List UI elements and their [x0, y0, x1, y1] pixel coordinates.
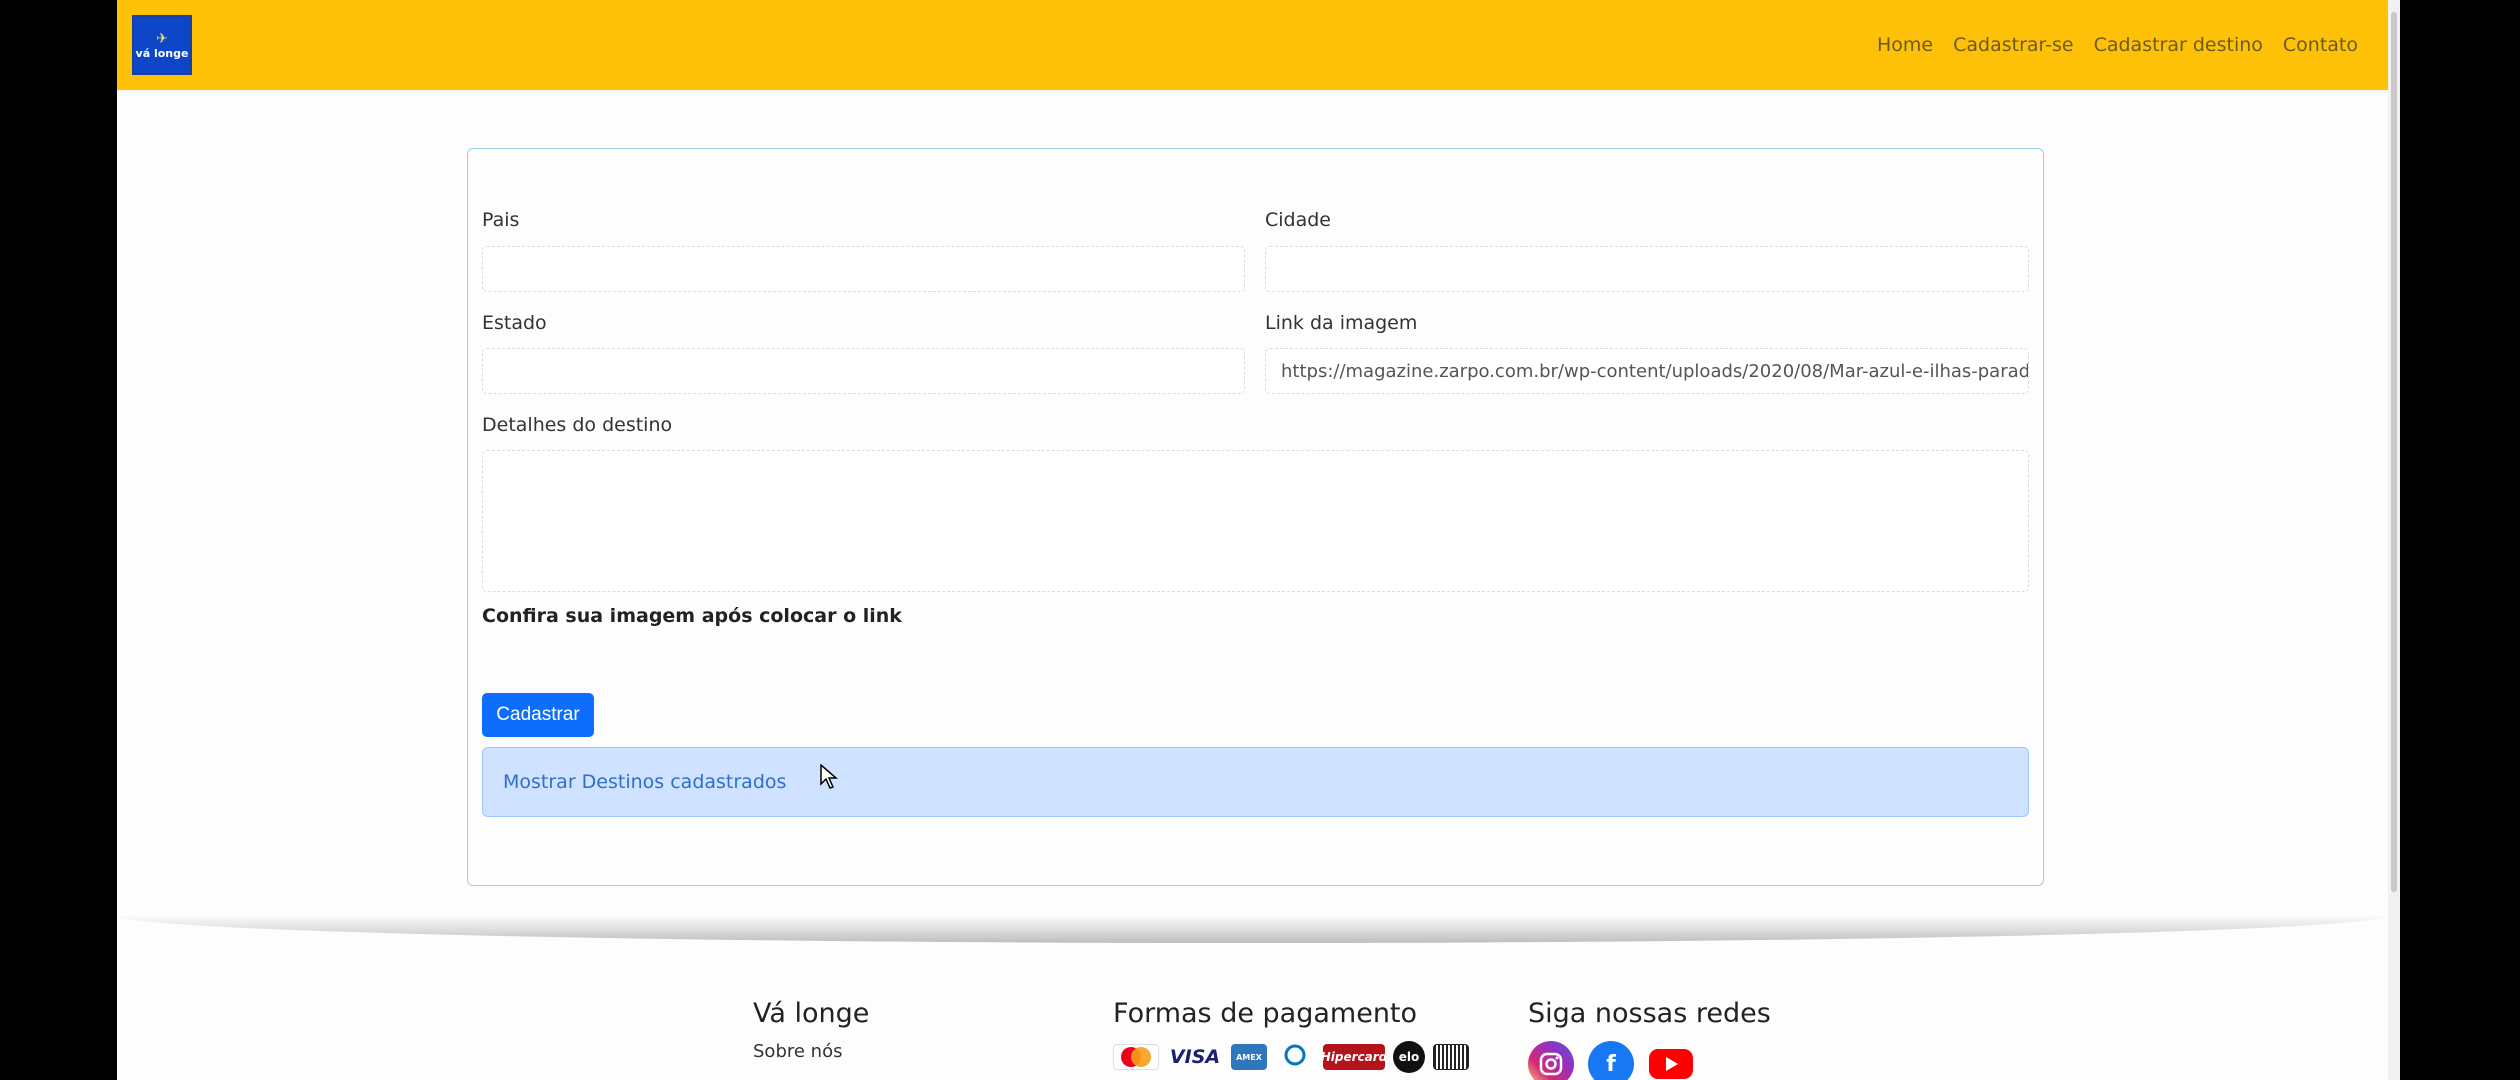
destinos-alert: Mostrar Destinos cadastrados	[482, 747, 2029, 817]
page-scrollbar[interactable]	[2388, 0, 2400, 1080]
amex-icon: AMEX	[1231, 1044, 1267, 1070]
mouse-cursor-icon	[820, 764, 839, 789]
footer-sobre-link[interactable]: Sobre nós	[753, 1041, 869, 1062]
nav-link-cadastrar-se[interactable]: Cadastrar-se	[1943, 34, 2083, 56]
mastercard-icon	[1113, 1044, 1159, 1070]
boleto-icon	[1433, 1044, 1469, 1070]
nav-links: Home Cadastrar-se Cadastrar destino Cont…	[1867, 34, 2368, 56]
footer-col-payments: Formas de pagamento VISA AMEX Hipercard …	[1113, 998, 1469, 1073]
navbar: ✈ vá longe Home Cadastrar-se Cadastrar d…	[117, 0, 2388, 90]
payment-methods: VISA AMEX Hipercard elo	[1113, 1041, 1469, 1073]
scrollbar-thumb[interactable]	[2391, 12, 2397, 892]
estado-label: Estado	[482, 312, 547, 334]
footer-col-social: Siga nossas redes f	[1528, 998, 1771, 1080]
mostrar-destinos-link[interactable]: Mostrar Destinos cadastrados	[503, 771, 786, 793]
pais-label: Pais	[482, 209, 520, 231]
logo[interactable]: ✈ vá longe	[132, 15, 192, 75]
detalhes-textarea[interactable]	[482, 450, 2029, 592]
hipercard-icon: Hipercard	[1321, 1044, 1387, 1070]
instagram-icon[interactable]	[1528, 1041, 1574, 1080]
plane-icon: ✈	[156, 30, 168, 47]
cidade-label: Cidade	[1265, 209, 1331, 231]
footer-divider	[117, 915, 2388, 943]
nav-link-contato[interactable]: Contato	[2273, 34, 2368, 56]
detalhes-label: Detalhes do destino	[482, 414, 673, 436]
link-imagem-label: Link da imagem	[1265, 312, 1418, 334]
cidade-input[interactable]	[1265, 246, 2029, 292]
link-imagem-input[interactable]: https://magazine.zarpo.com.br/wp-content…	[1265, 348, 2029, 394]
diners-club-icon	[1275, 1044, 1315, 1070]
footer-payments-title: Formas de pagamento	[1113, 998, 1418, 1029]
nav-link-home[interactable]: Home	[1867, 34, 1943, 56]
image-hint-text: Confira sua imagem após colocar o link	[482, 605, 902, 627]
footer-social-title: Siga nossas redes	[1528, 998, 1771, 1029]
footer-about-title: Vá longe	[753, 998, 870, 1029]
pais-input[interactable]	[482, 246, 1245, 292]
social-links: f	[1528, 1041, 1771, 1080]
youtube-icon[interactable]	[1648, 1041, 1694, 1080]
facebook-icon[interactable]: f	[1588, 1041, 1634, 1080]
destination-form-card: Pais Cidade Estado Link da imagem https:…	[467, 148, 2044, 886]
visa-icon: VISA	[1169, 1046, 1221, 1068]
logo-text: vá longe	[135, 46, 189, 60]
nav-link-cadastrar-destino[interactable]: Cadastrar destino	[2084, 34, 2273, 56]
elo-icon: elo	[1393, 1041, 1425, 1073]
footer: Vá longe Sobre nós Formas de pagamento V…	[117, 943, 2388, 1080]
browser-viewport: ✈ vá longe Home Cadastrar-se Cadastrar d…	[117, 0, 2400, 1080]
footer-col-about: Vá longe Sobre nós	[753, 998, 869, 1062]
estado-input[interactable]	[482, 348, 1245, 394]
cadastrar-button[interactable]: Cadastrar	[482, 693, 594, 737]
